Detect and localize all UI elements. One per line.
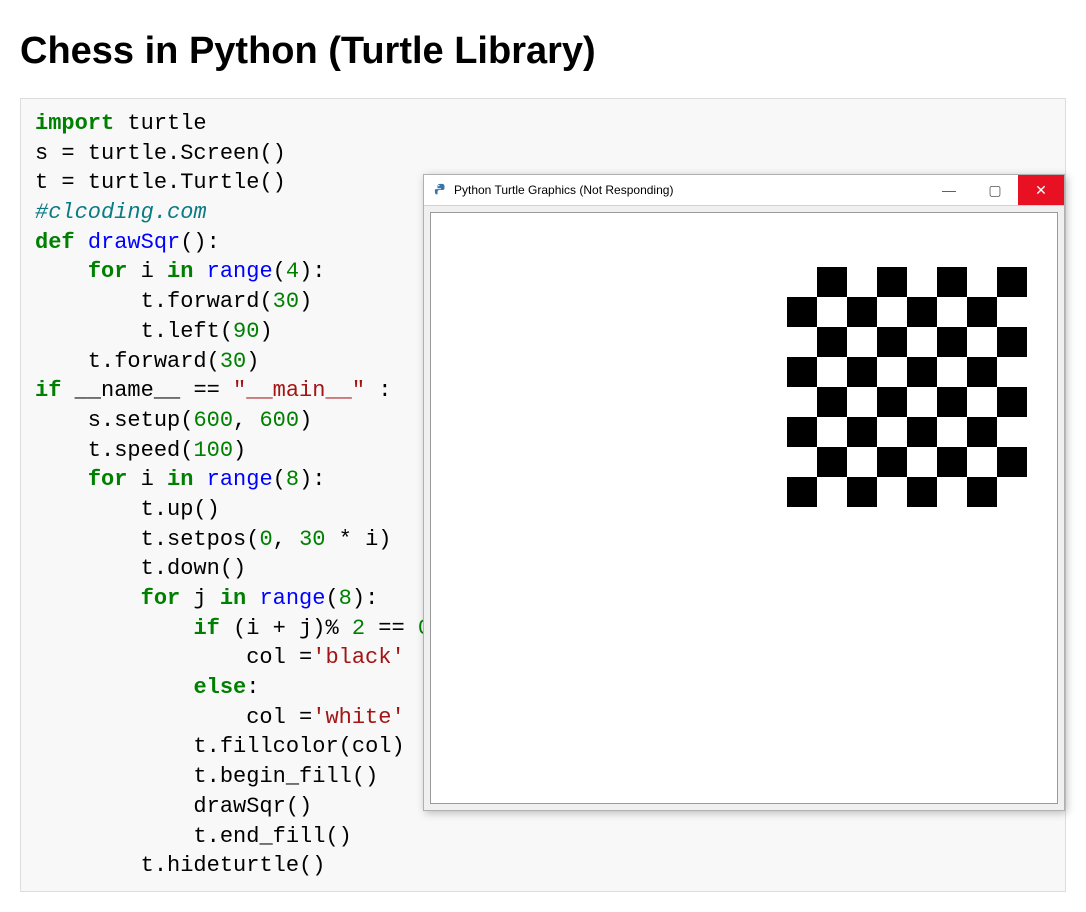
board-square	[817, 297, 847, 327]
minimize-button[interactable]: —	[926, 175, 972, 205]
board-square	[937, 297, 967, 327]
board-square	[997, 417, 1027, 447]
board-square	[877, 477, 907, 507]
board-square	[937, 387, 967, 417]
board-square	[847, 267, 877, 297]
board-square	[937, 477, 967, 507]
board-square	[847, 297, 877, 327]
board-square	[817, 387, 847, 417]
board-square	[967, 327, 997, 357]
board-square	[787, 447, 817, 477]
board-square	[967, 477, 997, 507]
board-square	[967, 297, 997, 327]
board-square	[817, 447, 847, 477]
board-square	[967, 267, 997, 297]
board-square	[877, 357, 907, 387]
board-square	[937, 357, 967, 387]
board-square	[997, 387, 1027, 417]
code-block: import turtle s = turtle.Screen() t = tu…	[20, 98, 1066, 892]
board-square	[847, 447, 877, 477]
board-square	[907, 447, 937, 477]
turtle-window: Python Turtle Graphics (Not Responding) …	[423, 174, 1065, 811]
board-square	[937, 267, 967, 297]
board-square	[877, 447, 907, 477]
board-square	[847, 477, 877, 507]
board-square	[787, 267, 817, 297]
board-square	[967, 357, 997, 387]
board-square	[997, 477, 1027, 507]
turtle-canvas	[430, 212, 1058, 804]
board-square	[787, 477, 817, 507]
board-square	[787, 327, 817, 357]
python-icon	[434, 183, 448, 197]
board-square	[967, 387, 997, 417]
board-square	[847, 327, 877, 357]
board-square	[787, 387, 817, 417]
board-square	[907, 477, 937, 507]
board-square	[997, 447, 1027, 477]
board-square	[877, 297, 907, 327]
close-button[interactable]: ✕	[1018, 175, 1064, 205]
board-square	[967, 417, 997, 447]
window-titlebar[interactable]: Python Turtle Graphics (Not Responding) …	[424, 175, 1064, 206]
board-square	[787, 297, 817, 327]
board-square	[877, 387, 907, 417]
board-square	[907, 327, 937, 357]
board-square	[817, 477, 847, 507]
board-square	[817, 267, 847, 297]
board-square	[847, 357, 877, 387]
window-title: Python Turtle Graphics (Not Responding)	[454, 183, 926, 197]
board-square	[967, 447, 997, 477]
board-square	[787, 357, 817, 387]
board-square	[817, 357, 847, 387]
board-square	[817, 417, 847, 447]
board-square	[997, 327, 1027, 357]
board-square	[817, 327, 847, 357]
board-square	[907, 357, 937, 387]
board-square	[847, 417, 877, 447]
board-square	[787, 417, 817, 447]
maximize-button[interactable]: ▢	[972, 175, 1018, 205]
board-square	[907, 267, 937, 297]
board-square	[997, 297, 1027, 327]
board-square	[997, 357, 1027, 387]
page-title: Chess in Python (Turtle Library)	[20, 30, 1066, 73]
board-square	[877, 327, 907, 357]
chess-board	[787, 267, 1027, 507]
board-square	[877, 417, 907, 447]
board-square	[877, 267, 907, 297]
board-square	[937, 327, 967, 357]
board-square	[997, 267, 1027, 297]
board-square	[937, 447, 967, 477]
board-square	[937, 417, 967, 447]
board-square	[907, 387, 937, 417]
board-square	[907, 417, 937, 447]
board-square	[907, 297, 937, 327]
board-square	[847, 387, 877, 417]
